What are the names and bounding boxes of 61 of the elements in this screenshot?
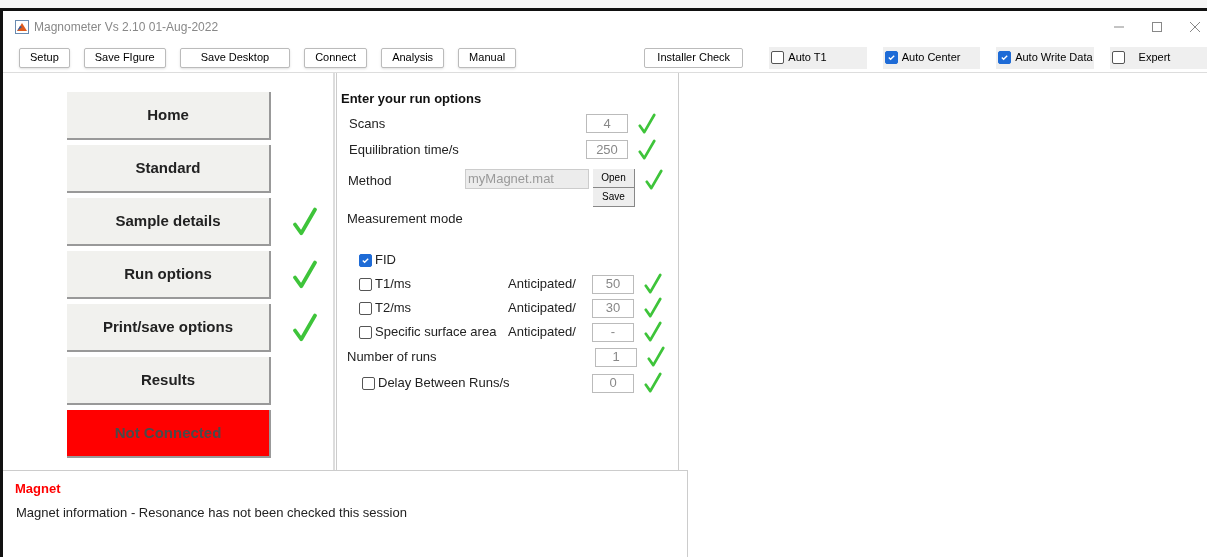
option-label: Auto T1: [788, 50, 827, 66]
field-label: Scans: [348, 114, 387, 133]
tick-icon: [361, 255, 370, 265]
checkbox[interactable]: [359, 253, 372, 267]
field-label: Equilibration time/s: [348, 140, 460, 159]
magnet-info: Magnet information - Resonance has not been checked this session: [15, 503, 408, 522]
option-label: Auto Center: [901, 50, 961, 66]
checkbox[interactable]: [359, 301, 372, 315]
number-field[interactable]: -: [592, 322, 634, 342]
anticipated-label: Anticipated/: [508, 299, 577, 318]
app-logo-icon: [15, 20, 29, 34]
checkbox[interactable]: [771, 51, 785, 64]
checkbox[interactable]: [362, 376, 375, 390]
magnet-title: Magnet: [15, 480, 62, 498]
nav-button[interactable]: Sample details: [67, 198, 271, 246]
open-button[interactable]: Open: [593, 168, 635, 188]
option-label: Expert: [1138, 50, 1171, 66]
option-checkbox[interactable]: Auto Center: [882, 46, 981, 69]
close-icon[interactable]: [1189, 21, 1201, 33]
checkbox[interactable]: [884, 51, 898, 64]
checkbox[interactable]: [998, 51, 1012, 64]
anticipated-label: Anticipated/: [508, 323, 577, 342]
toolbar-button[interactable]: Manual: [458, 47, 517, 68]
checkbox[interactable]: [359, 325, 372, 339]
nav-button[interactable]: Results: [67, 357, 271, 405]
nav-button[interactable]: Print/save options: [67, 304, 271, 352]
number-field[interactable]: 0: [592, 373, 634, 393]
number-field[interactable]: 4: [586, 114, 628, 133]
maximize-icon[interactable]: [1151, 21, 1163, 33]
anticipated-label: Anticipated/: [508, 275, 577, 294]
option-checkbox[interactable]: Auto Write Data: [996, 46, 1094, 69]
tick-icon: [886, 53, 896, 62]
tick-icon: [1000, 53, 1010, 62]
nav-button[interactable]: Standard: [67, 145, 271, 193]
field-label: Number of runs: [346, 348, 438, 367]
option-checkbox[interactable]: Expert: [1109, 46, 1207, 69]
option-checkbox[interactable]: Auto T1: [769, 46, 867, 69]
option-label: Auto Write Data: [1015, 50, 1093, 66]
toolbar-button[interactable]: Setup: [19, 47, 70, 68]
toolbar-button[interactable]: Connect: [304, 47, 368, 68]
number-field[interactable]: 30: [592, 298, 634, 318]
installer-check-button[interactable]: Installer Check: [644, 47, 744, 68]
window-title: Magnometer Vs 2.10 01-Aug-2022: [34, 19, 219, 36]
section-heading: Enter your run options: [340, 90, 483, 108]
toolbar-button[interactable]: Save FIgure: [83, 47, 166, 68]
field-label: Delay Between Runs/s: [378, 374, 511, 393]
checkbox[interactable]: [1111, 51, 1125, 64]
nav-button[interactable]: Home: [67, 92, 271, 140]
toolbar-button[interactable]: Save Desktop: [179, 47, 291, 68]
toolbar-button[interactable]: Analysis: [381, 47, 445, 68]
number-field[interactable]: 1: [595, 347, 637, 367]
mode-label: FID: [375, 251, 397, 270]
mode-label: T2/ms: [375, 299, 413, 318]
section-label: Measurement mode: [346, 209, 464, 228]
checkbox[interactable]: [359, 277, 372, 291]
nav-button[interactable]: Run options: [67, 251, 271, 299]
number-field[interactable]: 250: [586, 140, 628, 159]
mode-label: Specific surface area: [375, 323, 498, 342]
field-label: Method: [347, 171, 393, 190]
mode-label: T1/ms: [375, 275, 413, 294]
number-field[interactable]: 50: [592, 274, 634, 294]
